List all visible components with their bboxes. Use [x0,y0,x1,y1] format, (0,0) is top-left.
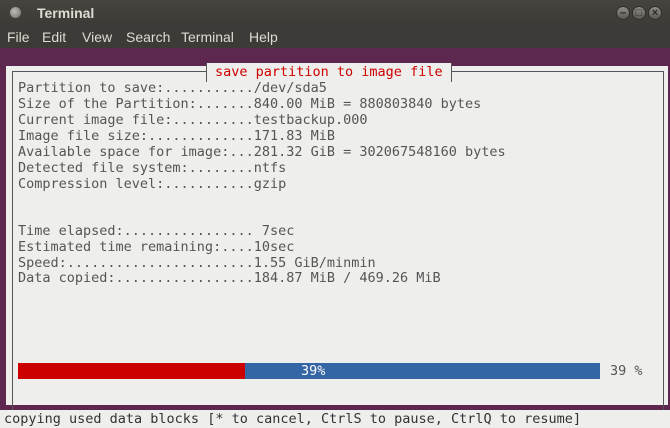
stat-label: Speed:....................... [18,255,254,271]
stat-value: 10sec [253,239,295,255]
stat-label: Estimated time remaining:.... [18,239,254,255]
stat-value: 184.87 MiB / 469.26 MiB [253,270,441,286]
stat-label: Time elapsed:................ [18,223,254,239]
info-label: Size of the Partition:....... [18,96,254,112]
info-size: Size of the Partition:.......840.00 MiB … [18,96,481,112]
menu-terminal[interactable]: Terminal [181,29,234,46]
menu-edit[interactable]: Edit [42,29,66,46]
info-image-file: Current image file:..........testbackup.… [18,112,368,128]
maximize-button[interactable]: □ [632,6,646,20]
stat-value: 7sec [253,223,295,239]
window-title: Terminal [37,5,95,21]
menu-bar: File Edit View Search Terminal Help [0,26,670,48]
menu-file[interactable]: File [7,29,30,46]
info-label: Detected file system:........ [18,160,254,176]
stat-value: 1.55 GiB/minmin [253,255,376,271]
info-image-size: Image file size:.............171.83 MiB [18,128,335,144]
info-label: Image file size:............. [18,128,254,144]
info-value: 171.83 MiB [253,128,335,144]
progress-percent-text: 39 % [610,363,643,379]
info-compression: Compression level:...........gzip [18,176,286,192]
info-filesystem: Detected file system:........ntfs [18,160,286,176]
title-bar[interactable]: Terminal – □ × [0,0,670,26]
info-value: testbackup.000 [253,112,368,128]
info-partition: Partition to save:.........../dev/sda5 [18,80,327,96]
info-label: Current image file:.......... [18,112,254,128]
stat-time-elapsed: Time elapsed:................ 7sec [18,223,294,239]
info-value: ntfs [253,160,287,176]
info-value: 840.00 MiB = 880803840 bytes [253,96,482,112]
status-message: copying used data blocks [* to cancel, C… [4,411,582,427]
terminal-icon [10,7,21,18]
info-value: 281.32 GiB = 302067548160 bytes [253,144,506,160]
close-button[interactable]: × [648,6,662,20]
stat-label: Data copied:................. [18,270,254,286]
terminal-window: Terminal – □ × File Edit View Search Ter… [0,0,670,428]
info-label: Compression level:........... [18,176,254,192]
stat-speed: Speed:.......................1.55 GiB/mi… [18,255,376,271]
progress-bar-fill [18,363,245,379]
menu-help[interactable]: Help [249,29,278,46]
progress-bar-track [245,363,600,379]
progress-bar-label: 39% [301,363,326,379]
info-value: /dev/sda5 [253,80,327,96]
info-value: gzip [253,176,287,192]
stat-data-copied: Data copied:.................184.87 MiB … [18,270,441,286]
info-label: Available space for image:... [18,144,254,160]
menu-view[interactable]: View [82,29,112,46]
stat-time-remaining: Estimated time remaining:....10sec [18,239,294,255]
minimize-button[interactable]: – [616,6,630,20]
info-available-space: Available space for image:...281.32 GiB … [18,144,506,160]
info-label: Partition to save:........... [18,80,254,96]
menu-search[interactable]: Search [126,29,170,46]
